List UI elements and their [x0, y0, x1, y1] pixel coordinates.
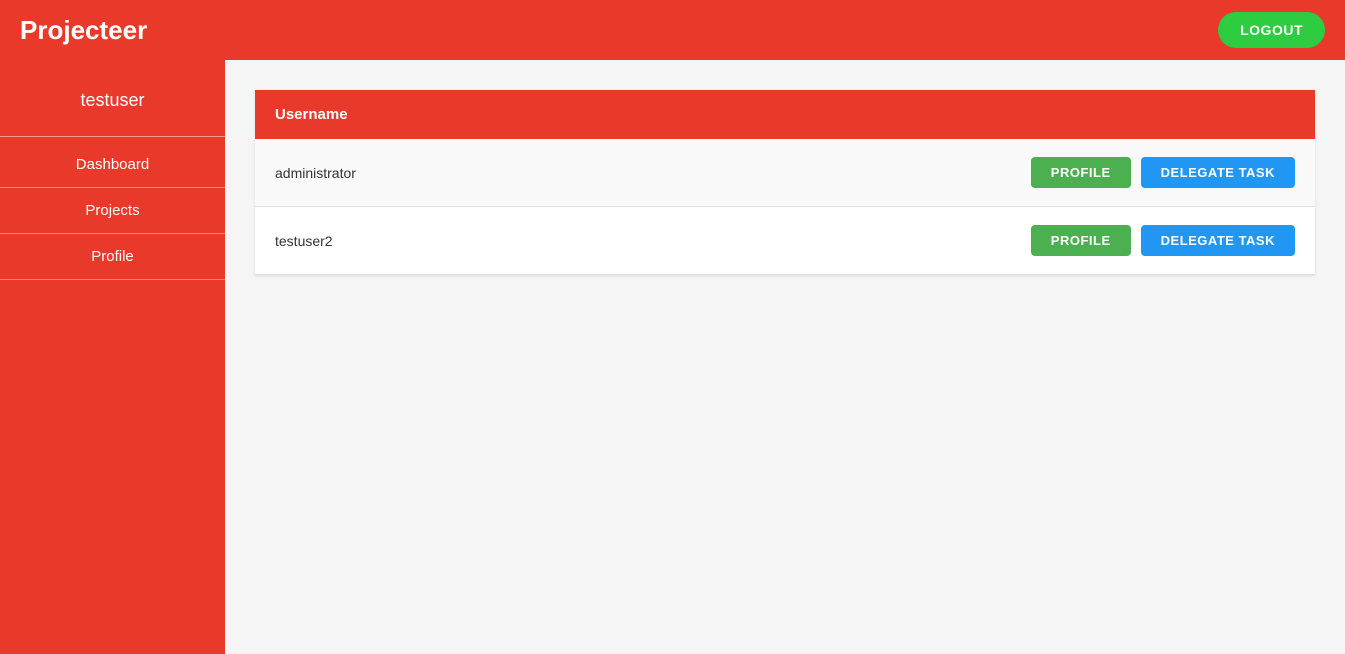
- cell-username: testuser2: [255, 207, 557, 275]
- sidebar-nav: Dashboard Projects Profile: [0, 142, 225, 280]
- sidebar-item-projects[interactable]: Projects: [0, 188, 225, 234]
- main-content: Username administrator PROFILE DELEGATE TA…: [225, 60, 1345, 654]
- table-row: administrator PROFILE DELEGATE TASK: [255, 139, 1315, 207]
- profile-button[interactable]: PROFILE: [1031, 225, 1131, 256]
- sidebar-username: testuser: [80, 90, 144, 111]
- app-title: Projecteer: [20, 15, 147, 46]
- app-header: Projecteer LOGOUT: [0, 0, 1345, 60]
- delegate-task-button[interactable]: DELEGATE TASK: [1141, 225, 1295, 256]
- profile-button[interactable]: PROFILE: [1031, 157, 1131, 188]
- cell-username: administrator: [255, 139, 557, 207]
- cell-actions: PROFILE DELEGATE TASK: [557, 207, 1316, 275]
- sidebar: testuser Dashboard Projects Profile: [0, 60, 225, 654]
- table-row: testuser2 PROFILE DELEGATE TASK: [255, 207, 1315, 275]
- table-body: administratorPROFILEDELEGATE TASKtestuse…: [255, 139, 1315, 275]
- col-actions: [557, 90, 1316, 139]
- sidebar-divider: [0, 136, 225, 137]
- users-table: Username administrator PROFILE DELEGATE TA…: [255, 90, 1315, 275]
- table-head: Username: [255, 90, 1315, 139]
- layout: testuser Dashboard Projects Profile User…: [0, 0, 1345, 654]
- sidebar-link-profile[interactable]: Profile: [0, 234, 225, 280]
- cell-actions: PROFILE DELEGATE TASK: [557, 139, 1316, 207]
- sidebar-link-projects[interactable]: Projects: [0, 188, 225, 234]
- delegate-task-button[interactable]: DELEGATE TASK: [1141, 157, 1295, 188]
- col-username: Username: [255, 90, 557, 139]
- sidebar-link-dashboard[interactable]: Dashboard: [0, 142, 225, 188]
- table-header-row: Username: [255, 90, 1315, 139]
- sidebar-item-profile[interactable]: Profile: [0, 234, 225, 280]
- logout-button[interactable]: LOGOUT: [1218, 12, 1325, 48]
- sidebar-item-dashboard[interactable]: Dashboard: [0, 142, 225, 188]
